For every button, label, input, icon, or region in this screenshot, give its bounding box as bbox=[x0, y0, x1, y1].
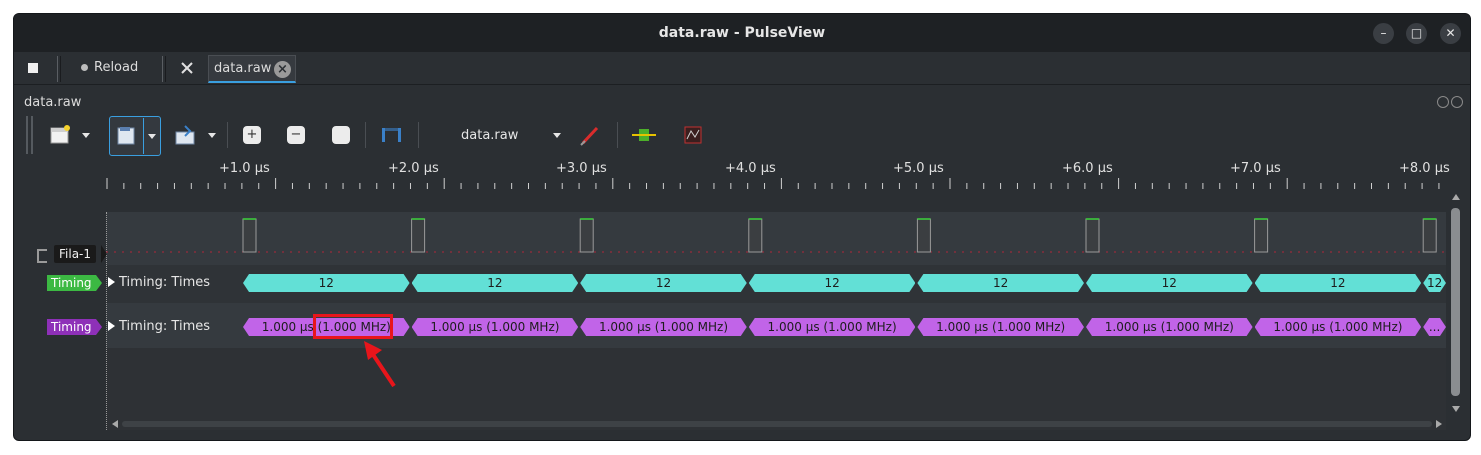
decoder-annotation[interactable]: 12 bbox=[917, 274, 1084, 292]
decoder1-badge[interactable]: Timing bbox=[47, 275, 96, 291]
logic-pulse bbox=[1085, 218, 1100, 253]
open-file-icon bbox=[117, 127, 135, 145]
ruler-label: +6.0 µs bbox=[1062, 161, 1113, 176]
panel-close-icon[interactable] bbox=[1451, 96, 1463, 108]
trace-view[interactable]: 12 12 12 12 12 12 12 12 1.000 µs (1.000 MHz) 1.0… bbox=[106, 212, 1446, 430]
probe-icon[interactable] bbox=[579, 124, 601, 146]
reload-button[interactable]: Reload bbox=[94, 60, 138, 75]
logic-pulse bbox=[916, 218, 931, 253]
save-icon[interactable] bbox=[174, 124, 198, 148]
logic-channel-label[interactable]: Fila-1 bbox=[54, 245, 97, 263]
reload-dot-icon bbox=[81, 64, 88, 71]
decoder-annotation[interactable]: 1.000 µs (1.000 MHz) bbox=[580, 318, 747, 336]
scroll-right-icon[interactable] bbox=[1436, 420, 1442, 428]
decoder-annotation[interactable]: 1.000 µs (1.000 MHz) bbox=[1255, 318, 1422, 336]
decoder2-segments: 1.000 µs (1.000 MHz) 1.000 µs (1.000 MHz)… bbox=[106, 318, 1446, 338]
decoder-annotation[interactable]: 12 bbox=[1423, 274, 1446, 292]
decoder-annotation[interactable]: 1.000 µs (1.000 MHz) bbox=[1086, 318, 1253, 336]
decoder-annotation[interactable]: 12 bbox=[749, 274, 916, 292]
panel-title: data.raw bbox=[24, 95, 82, 110]
scroll-track[interactable] bbox=[122, 421, 1432, 427]
tools-icon[interactable] bbox=[180, 61, 194, 75]
zoom-in-icon[interactable]: + bbox=[243, 126, 261, 144]
logic-pulse bbox=[411, 218, 426, 253]
scroll-down-icon[interactable] bbox=[1452, 406, 1460, 412]
ruler-label: +4.0 µs bbox=[725, 161, 776, 176]
decoder-annotation[interactable]: 12 bbox=[580, 274, 747, 292]
highlight-box bbox=[313, 314, 393, 339]
tab-close-icon[interactable]: × bbox=[274, 61, 291, 78]
annotation-arrow bbox=[364, 341, 396, 388]
zoom-out-icon[interactable]: − bbox=[287, 126, 305, 144]
pulseview-window: data.raw - PulseView – □ ✕ Reload data.r… bbox=[13, 13, 1471, 441]
decoder-annotation[interactable]: 12 bbox=[243, 274, 410, 292]
maximize-button[interactable]: □ bbox=[1406, 23, 1427, 44]
chevron-down-icon[interactable] bbox=[82, 133, 90, 138]
ruler-label: +3.0 µs bbox=[556, 161, 607, 176]
decoder2-badge[interactable]: Timing bbox=[47, 319, 96, 335]
decoder-annotation[interactable]: 1.000 µs (1.000 MHz) bbox=[749, 318, 916, 336]
tab-bar: Reload data.raw × bbox=[14, 52, 1470, 85]
decoder-annotation[interactable]: 12 bbox=[412, 274, 579, 292]
zoom-fit-icon[interactable] bbox=[332, 126, 350, 144]
decoder-icon[interactable] bbox=[632, 126, 656, 144]
open-file-button[interactable] bbox=[109, 116, 161, 156]
scroll-left-icon[interactable] bbox=[112, 420, 118, 428]
ruler-label: +1.0 µs bbox=[219, 161, 270, 176]
minimize-button[interactable]: – bbox=[1373, 23, 1394, 44]
close-button[interactable]: ✕ bbox=[1440, 23, 1461, 44]
ruler-label: +7.0 µs bbox=[1230, 161, 1281, 176]
decoder-annotation[interactable]: 12 bbox=[1086, 274, 1253, 292]
chevron-down-icon[interactable] bbox=[553, 133, 561, 138]
float-icon[interactable] bbox=[1437, 96, 1449, 108]
decoder-annotation[interactable]: ... bbox=[1423, 318, 1446, 336]
logic-waveform bbox=[106, 218, 1446, 253]
stop-icon[interactable] bbox=[28, 63, 38, 73]
math-channel-icon[interactable] bbox=[683, 125, 703, 145]
decoder-annotation[interactable]: 12 bbox=[1255, 274, 1422, 292]
scroll-up-icon[interactable] bbox=[1452, 194, 1460, 200]
decoder-annotation[interactable]: 1.000 µs (1.000 MHz) bbox=[917, 318, 1084, 336]
tab-label: data.raw bbox=[214, 61, 272, 76]
expand-arrow-icon[interactable] bbox=[108, 277, 115, 287]
decoder1-row-label: Timing: Times bbox=[119, 275, 211, 290]
horizontal-scrollbar[interactable] bbox=[110, 418, 1446, 430]
toolbar-grip bbox=[26, 116, 28, 154]
vertical-scrollbar[interactable] bbox=[1450, 194, 1462, 416]
device-select[interactable]: data.raw bbox=[461, 128, 518, 143]
logic-pulse bbox=[1422, 218, 1437, 253]
expand-arrow-icon[interactable] bbox=[108, 321, 115, 331]
decoder1-segments: 12 12 12 12 12 12 12 12 bbox=[106, 274, 1446, 294]
logic-pulse bbox=[748, 218, 763, 253]
logic-pulse bbox=[242, 218, 257, 253]
ruler-label: +2.0 µs bbox=[388, 161, 439, 176]
chevron-down-icon[interactable] bbox=[208, 133, 216, 138]
time-ruler[interactable]: +1.0 µs +2.0 µs +3.0 µs +4.0 µs +5.0 µs … bbox=[106, 159, 1456, 199]
logic-pulse bbox=[579, 218, 594, 253]
scroll-thumb[interactable] bbox=[1451, 208, 1460, 396]
chevron-down-icon bbox=[148, 134, 156, 139]
logic-pulse bbox=[1254, 218, 1269, 253]
decoder-annotation[interactable]: 1.000 µs (1.000 MHz) bbox=[412, 318, 579, 336]
new-session-icon[interactable] bbox=[50, 124, 72, 146]
title-bar: data.raw - PulseView – □ ✕ bbox=[14, 14, 1470, 52]
decoder2-row-label: Timing: Times bbox=[119, 319, 211, 334]
ruler-label: +8.0 µs bbox=[1399, 161, 1450, 176]
main-toolbar: + − data.raw bbox=[14, 114, 1470, 158]
window-title: data.raw - PulseView bbox=[658, 25, 826, 41]
ruler-label: +5.0 µs bbox=[893, 161, 944, 176]
logic-bracket-icon bbox=[37, 249, 47, 263]
cursor-icon[interactable] bbox=[380, 126, 404, 144]
tab-data-raw[interactable]: data.raw × bbox=[208, 55, 296, 83]
